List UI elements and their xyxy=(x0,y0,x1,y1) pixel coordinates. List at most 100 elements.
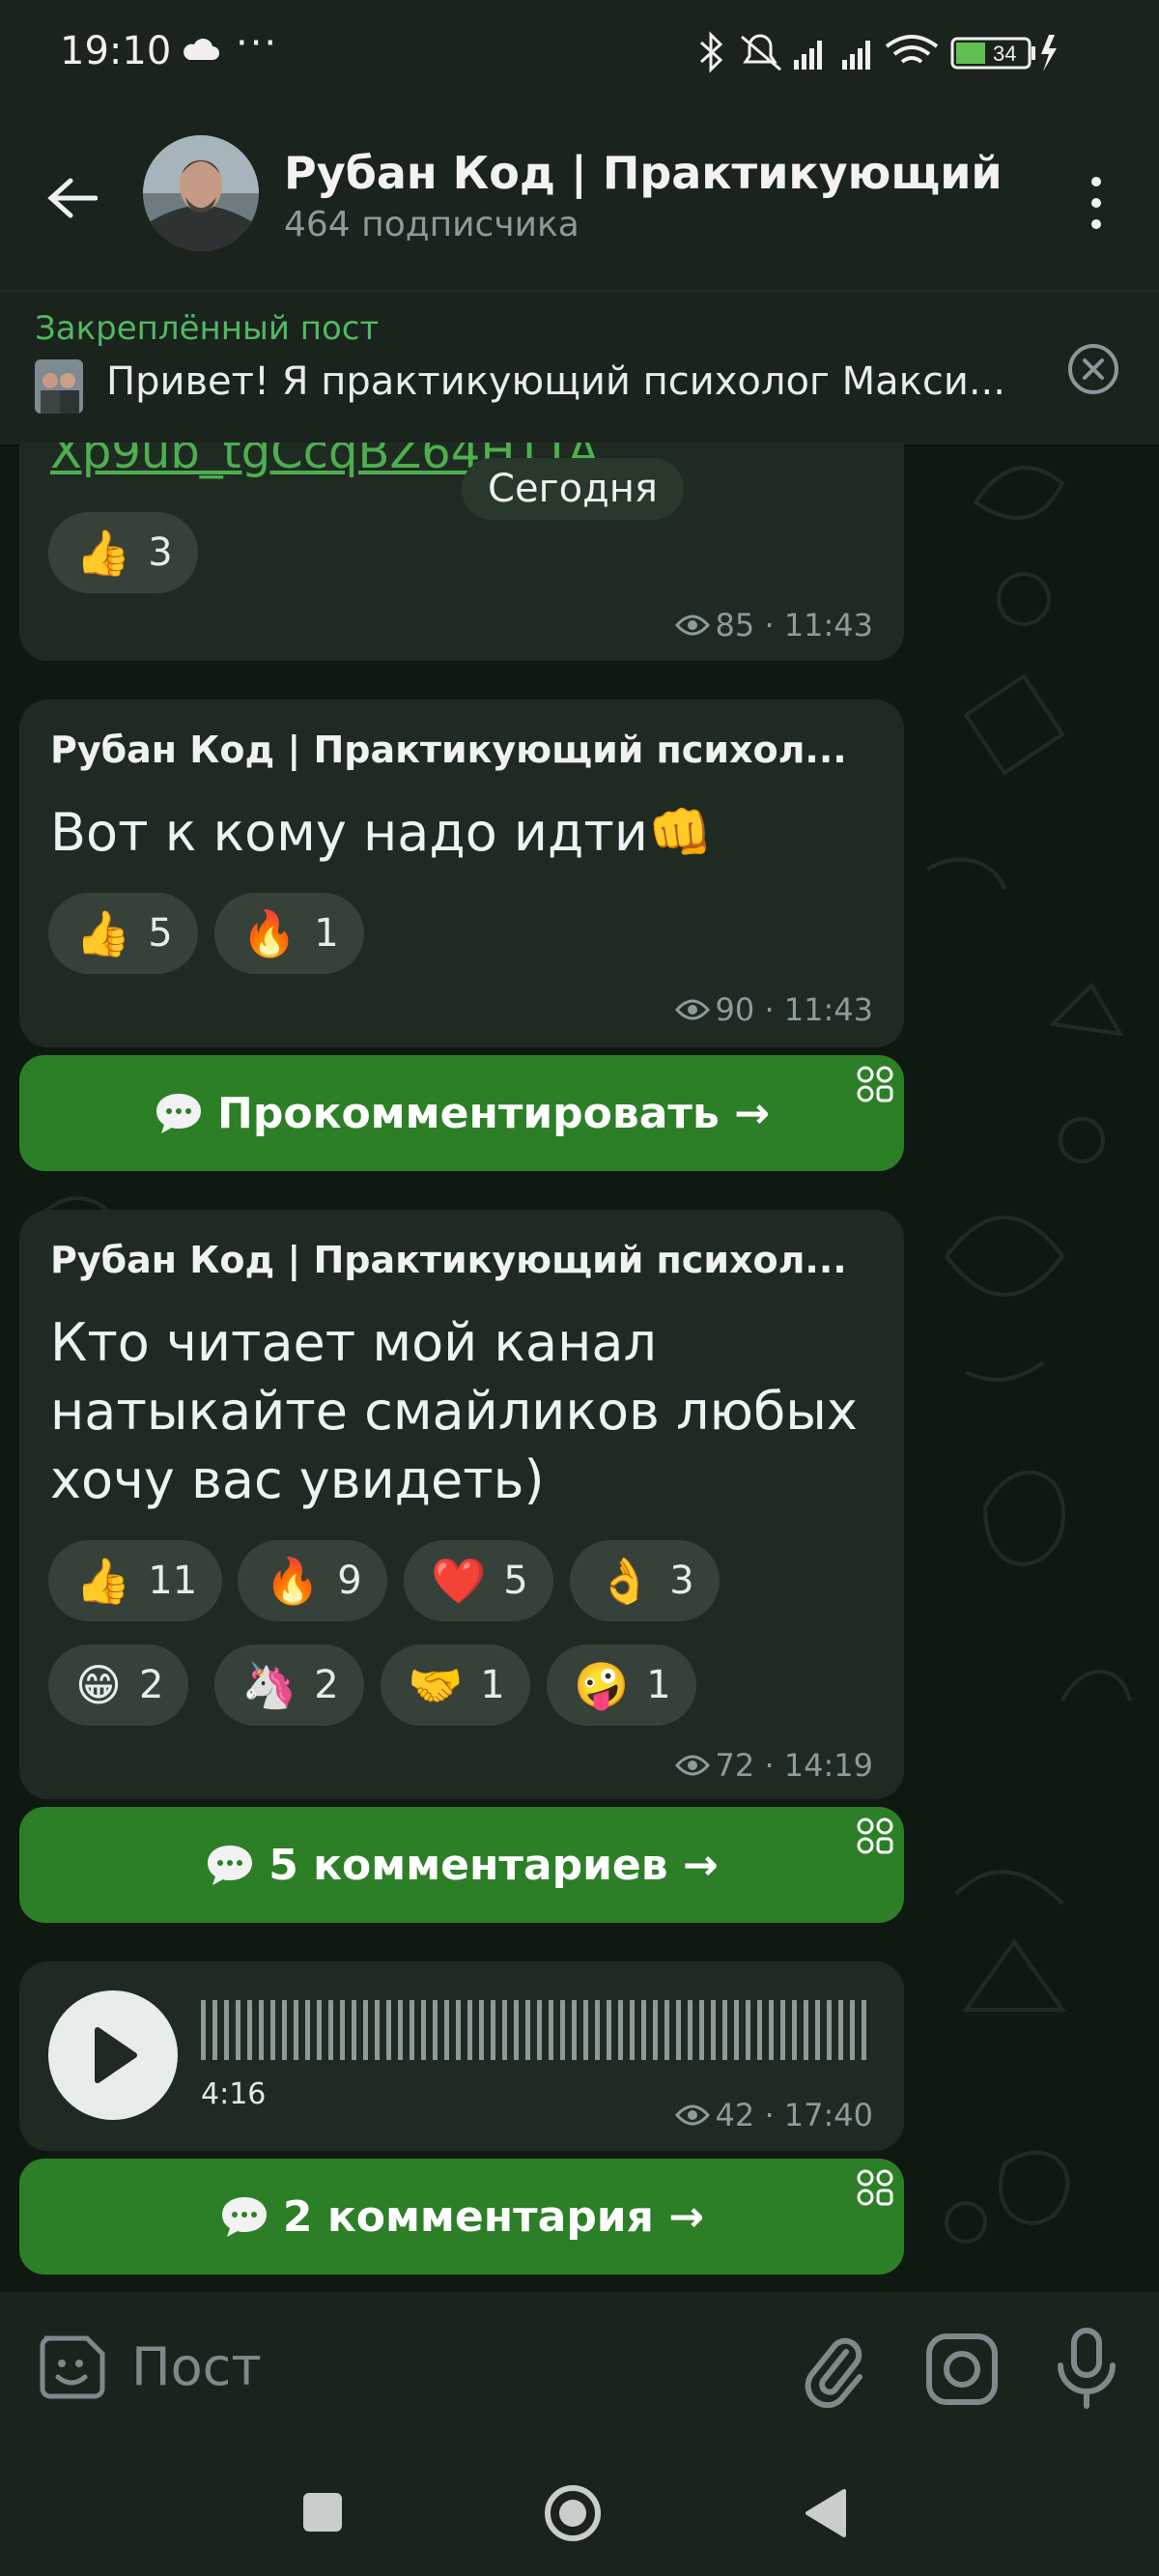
reaction-emoji: 👍 xyxy=(75,907,131,959)
message-bubble-1[interactable]: Xp9ub_tgCcqBZ64HTTA 👍 3 85 · 11:43 xyxy=(19,443,904,661)
pinned-thumbnail xyxy=(35,359,83,414)
reaction-chip[interactable]: 👍 11 xyxy=(48,1540,223,1621)
reaction-emoji: 🤝 xyxy=(408,1659,464,1711)
pinned-post-bar[interactable]: Закреплённый пост Привет! Я практикующий… xyxy=(0,290,1159,446)
message-time: 11:43 xyxy=(783,607,873,644)
message-text-line: натыкайте смайликов любых xyxy=(50,1381,858,1442)
message-bubble-2[interactable]: Рубан Код | Практикующий психол... Вот к… xyxy=(19,700,904,1047)
message-meta: 85 · 11:43 xyxy=(674,607,873,644)
comment-button[interactable]: 5 комментариев → xyxy=(19,1807,904,1923)
reaction-count: 3 xyxy=(669,1559,694,1603)
reaction-chip[interactable]: 🤪 1 xyxy=(547,1645,696,1726)
home-button[interactable] xyxy=(543,2483,603,2543)
meta-separator: · xyxy=(754,607,784,644)
reaction-emoji: 👍 xyxy=(75,527,131,579)
reaction-chip[interactable]: ❤️ 5 xyxy=(404,1540,553,1621)
reaction-chip[interactable]: 🦄 2 xyxy=(214,1645,364,1726)
play-button[interactable] xyxy=(48,1990,178,2120)
views-eye-icon xyxy=(674,999,710,1020)
reaction-chip[interactable]: 👍 3 xyxy=(48,512,198,593)
message-time: 17:40 xyxy=(783,2097,873,2133)
message-author[interactable]: Рубан Код | Практикующий психол... xyxy=(50,729,881,771)
close-circle-icon xyxy=(1068,344,1118,394)
reaction-count: 5 xyxy=(148,911,173,956)
voice-waveform[interactable] xyxy=(201,1996,877,2064)
subscriber-count: 464 подписчика xyxy=(284,205,580,244)
comment-button[interactable]: Прокомментировать → xyxy=(19,1055,904,1171)
reaction-count: 9 xyxy=(337,1559,362,1603)
pinned-text: Привет! Я практикующий психолог Макси... xyxy=(106,359,1005,404)
battery-icon: 34 xyxy=(950,35,1057,72)
more-vertical-icon xyxy=(1091,177,1101,229)
speech-bubble-icon xyxy=(156,1094,202,1133)
apps-grid-icon xyxy=(857,1066,893,1102)
apps-grid-icon xyxy=(857,1818,893,1854)
message-time: 11:43 xyxy=(783,991,873,1028)
channel-avatar[interactable] xyxy=(143,135,259,251)
speech-bubble-icon xyxy=(208,1846,253,1885)
pinned-label: Закреплённый пост xyxy=(35,309,380,348)
message-input-bar: Пост xyxy=(0,2292,1159,2447)
sticker-icon[interactable] xyxy=(35,2331,108,2404)
reaction-emoji: 🔥 xyxy=(241,907,297,959)
pinned-thumb-image xyxy=(35,359,83,414)
view-count: 42 xyxy=(715,2097,755,2133)
reaction-count: 1 xyxy=(646,1663,671,1707)
voice-message-bubble[interactable]: 4:16 42 · 17:40 xyxy=(19,1961,904,2151)
status-bar: 19:10 ··· 34 xyxy=(0,0,1159,106)
status-more-dots: ··· xyxy=(236,21,279,66)
more-options-button[interactable] xyxy=(1072,164,1120,242)
reaction-count: 1 xyxy=(314,911,339,956)
signal-icon-1 xyxy=(794,41,822,70)
views-eye-icon xyxy=(674,615,710,636)
reaction-chip[interactable]: 😁 2 xyxy=(48,1645,189,1726)
reaction-chip[interactable]: 🔥 9 xyxy=(238,1540,387,1621)
reaction-chip[interactable]: 👍 5 xyxy=(48,893,198,974)
reaction-emoji: 🔥 xyxy=(265,1555,321,1607)
channel-title[interactable]: Рубан Код | Практикующий п... xyxy=(284,147,1018,199)
cloud-icon xyxy=(184,39,219,60)
channel-header: Рубан Код | Практикующий п... 464 подпис… xyxy=(0,106,1159,290)
reaction-count: 3 xyxy=(148,530,173,575)
message-bubble-3[interactable]: Рубан Код | Практикующий психол... Кто ч… xyxy=(19,1210,904,1799)
recent-apps-button[interactable] xyxy=(301,2491,344,2533)
attach-paperclip-icon[interactable] xyxy=(804,2331,865,2408)
meta-separator: · xyxy=(754,991,784,1028)
reaction-chip[interactable]: 🤝 1 xyxy=(381,1645,530,1726)
reaction-emoji: 👌 xyxy=(597,1555,653,1607)
status-time: 19:10 xyxy=(60,29,172,73)
message-text: Вот к кому надо идти👊 xyxy=(50,802,714,863)
message-author[interactable]: Рубан Код | Практикующий психол... xyxy=(50,1239,881,1281)
post-input[interactable]: Пост xyxy=(131,2336,262,2397)
system-navigation-bar xyxy=(0,2447,1159,2576)
reaction-emoji: 🤪 xyxy=(574,1659,630,1711)
reaction-count: 5 xyxy=(503,1559,528,1603)
close-pinned-button[interactable] xyxy=(1066,342,1120,396)
view-count: 85 xyxy=(715,607,755,644)
message-meta: 90 · 11:43 xyxy=(674,991,873,1028)
reaction-chip[interactable]: 🔥 1 xyxy=(214,893,364,974)
comment-button[interactable]: 2 комментария → xyxy=(19,2159,904,2275)
apps-grid-icon xyxy=(857,2169,893,2206)
reaction-emoji: ❤️ xyxy=(431,1555,487,1607)
reaction-count: 2 xyxy=(138,1663,164,1707)
message-meta: 42 · 17:40 xyxy=(674,2097,873,2133)
reaction-count: 2 xyxy=(314,1663,339,1707)
message-text: Кто читает мой канал натыкайте смайликов… xyxy=(50,1308,858,1514)
camera-icon[interactable] xyxy=(923,2331,1001,2408)
reaction-count: 11 xyxy=(148,1559,198,1603)
back-nav-button[interactable] xyxy=(802,2487,848,2539)
reaction-chip[interactable]: 👌 3 xyxy=(570,1540,720,1621)
message-text-line: хочу вас увидеть) xyxy=(50,1449,545,1510)
voice-duration: 4:16 xyxy=(201,2077,267,2111)
meta-separator: · xyxy=(754,1747,784,1784)
message-text-line: Кто читает мой канал xyxy=(50,1312,658,1373)
play-icon xyxy=(95,2027,137,2083)
comment-label: Прокомментировать → xyxy=(217,1088,770,1138)
reaction-count: 1 xyxy=(480,1663,505,1707)
views-eye-icon xyxy=(674,1755,710,1776)
arrow-left-icon xyxy=(47,178,98,218)
microphone-icon[interactable] xyxy=(1051,2327,1122,2410)
back-button[interactable] xyxy=(39,164,106,232)
avatar-photo xyxy=(143,135,259,251)
